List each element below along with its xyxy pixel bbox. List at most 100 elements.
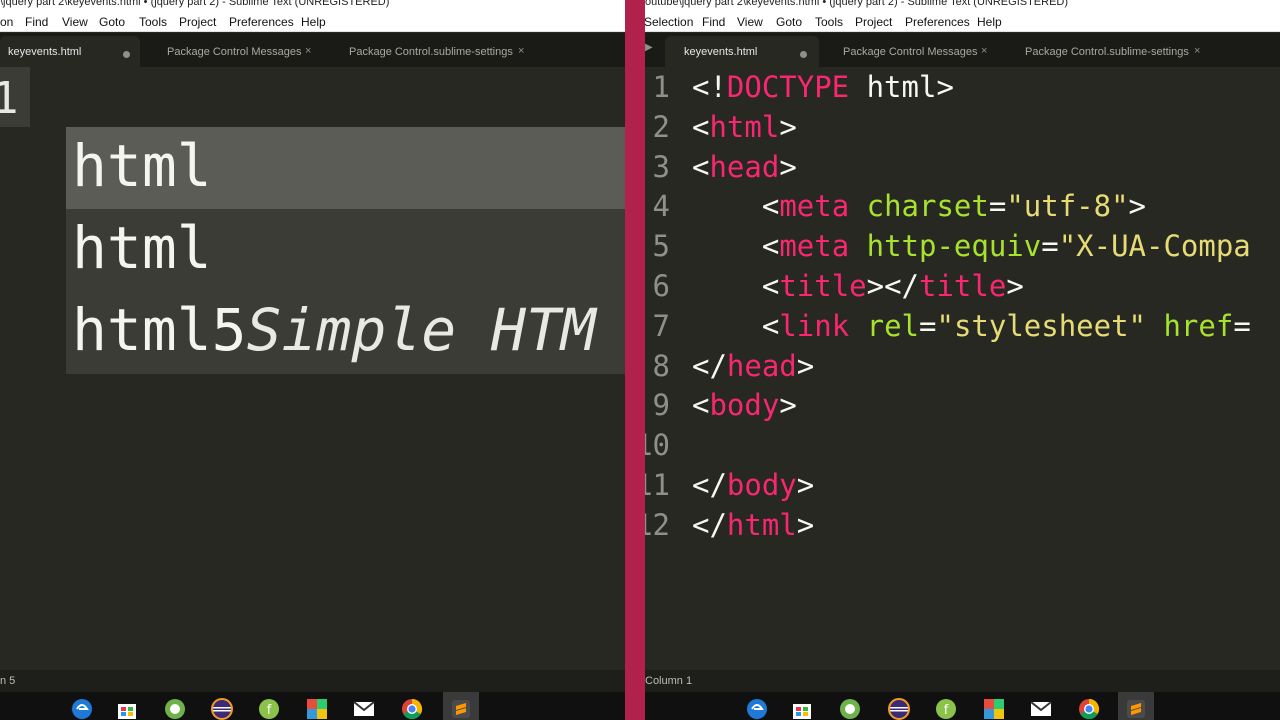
store-icon[interactable]: [790, 697, 820, 720]
tab-package-control-messages[interactable]: Package Control Messages ×: [831, 36, 999, 67]
eclipse-icon[interactable]: [887, 697, 917, 720]
code-token: <: [692, 229, 780, 264]
menu-project[interactable]: Project: [855, 15, 892, 29]
code-token: "utf-8": [1006, 189, 1129, 224]
chrome-icon[interactable]: [1077, 697, 1107, 720]
code-line[interactable]: <meta http-equiv="X-UA-Compa: [692, 229, 1251, 263]
tab-keyevents[interactable]: keyevents.html: [0, 36, 140, 67]
office-icon[interactable]: [982, 697, 1012, 720]
edge-icon[interactable]: [70, 697, 100, 720]
code-line[interactable]: </html>: [692, 508, 814, 542]
code-token: charset: [866, 189, 989, 224]
completion-hint: Simple HTM: [246, 296, 596, 364]
line-number: 1: [0, 73, 19, 124]
menu-view[interactable]: View: [62, 15, 88, 29]
mail-icon[interactable]: [352, 697, 382, 720]
tab-label: Package Control Messages: [167, 46, 302, 58]
close-tab-icon[interactable]: ×: [981, 45, 987, 57]
menu-tools[interactable]: Tools: [815, 15, 843, 29]
code-token: =: [988, 189, 1007, 224]
autocomplete-item[interactable]: html: [66, 209, 625, 291]
code-token: =: [1041, 229, 1059, 264]
menu-selection[interactable]: Selection: [645, 15, 693, 29]
close-tab-icon[interactable]: ×: [305, 45, 311, 57]
code-token: body: [726, 468, 797, 502]
svg-text:f: f: [267, 703, 272, 718]
code-token: <!: [692, 70, 727, 104]
code-line[interactable]: <title></title>: [692, 269, 1024, 303]
line-number: 4: [652, 189, 670, 224]
office-icon[interactable]: [305, 697, 335, 720]
edge-icon[interactable]: [745, 697, 775, 720]
right-editor-window: outube\jquery part 2\keyevents.html • (j…: [645, 0, 1280, 720]
window-title: outube\jquery part 2\keyevents.html • (j…: [645, 0, 1069, 8]
menu-find[interactable]: Find: [702, 15, 725, 29]
code-token: DOCTYPE: [726, 70, 850, 104]
line-number: 9: [652, 388, 670, 423]
line-number: 5: [652, 229, 670, 264]
code-token: >: [1128, 189, 1146, 224]
code-line[interactable]: <html>: [692, 110, 797, 144]
close-tab-icon[interactable]: ×: [518, 45, 524, 57]
menu-find[interactable]: Find: [25, 15, 48, 29]
close-tab-icon[interactable]: ×: [1194, 45, 1200, 57]
status-bar: Column 1: [645, 670, 1280, 692]
code-line[interactable]: </head>: [692, 349, 814, 383]
tab-package-control-messages[interactable]: Package Control Messages ×: [155, 36, 325, 67]
tab-keyevents[interactable]: keyevents.html: [665, 36, 819, 67]
code-token: >: [796, 468, 815, 502]
store-icon[interactable]: [115, 697, 145, 720]
sublime-text-icon[interactable]: [1124, 697, 1154, 720]
autocomplete-item[interactable]: html: [66, 127, 625, 209]
menu-goto[interactable]: Goto: [99, 15, 125, 29]
code-token: >: [796, 507, 815, 542]
code-token: title: [779, 269, 867, 303]
code-token: http-equiv: [866, 229, 1042, 264]
menu-view[interactable]: View: [737, 15, 763, 29]
tab-scroll-left-icon[interactable]: ▶: [645, 42, 653, 53]
sublime-text-icon[interactable]: [449, 697, 479, 720]
code-token: >: [779, 109, 797, 144]
code-token: meta: [779, 189, 850, 224]
fiddler-icon[interactable]: f: [934, 697, 964, 720]
eclipse-icon[interactable]: [210, 697, 240, 720]
code-token: =: [919, 308, 937, 343]
code-line[interactable]: <!DOCTYPE html>: [692, 70, 954, 104]
menu-project[interactable]: Project: [179, 15, 216, 29]
code-line[interactable]: <body>: [692, 388, 797, 422]
code-token: ></: [866, 269, 920, 303]
tab-package-control-settings[interactable]: Package Control.sublime-settings ×: [1013, 36, 1213, 67]
menu-help[interactable]: Help: [977, 15, 1002, 29]
android-studio-icon[interactable]: [838, 697, 868, 720]
title-bar: outube\jquery part 2\keyevents.html • (j…: [645, 0, 1280, 12]
unsaved-dot-icon: [800, 51, 807, 58]
menu-preferences[interactable]: Preferences: [905, 15, 970, 29]
tab-label: Package Control.sublime-settings: [349, 46, 513, 58]
code-line[interactable]: <meta charset="utf-8">: [692, 189, 1146, 223]
fiddler-icon[interactable]: f: [257, 697, 287, 720]
autocomplete-item[interactable]: html5Simple HTM: [66, 291, 625, 373]
code-token: href: [1163, 308, 1234, 343]
tab-package-control-settings[interactable]: Package Control.sublime-settings ×: [337, 36, 537, 67]
code-line[interactable]: <head>: [692, 150, 797, 184]
chrome-icon[interactable]: [400, 697, 430, 720]
line-number: 11: [645, 468, 670, 502]
code-token: >: [796, 348, 815, 383]
menu-selection[interactable]: on: [0, 15, 13, 29]
cursor-position: Column 1: [645, 675, 693, 687]
tab-bar: ▶ keyevents.html Package Control Message…: [645, 33, 1280, 67]
code-line[interactable]: </body>: [692, 468, 814, 502]
code-line[interactable]: <link rel="stylesheet" href=: [692, 309, 1251, 343]
android-studio-icon[interactable]: [163, 697, 193, 720]
code-token: html: [709, 109, 780, 144]
code-token: head: [726, 348, 797, 383]
code-token: "X-UA-Compa: [1058, 229, 1251, 264]
mail-icon[interactable]: [1029, 697, 1059, 720]
code-token: >: [779, 149, 797, 184]
menu-goto[interactable]: Goto: [776, 15, 802, 29]
code-token: head: [709, 149, 780, 184]
line-number: 3: [652, 149, 670, 184]
menu-help[interactable]: Help: [301, 15, 326, 29]
menu-preferences[interactable]: Preferences: [229, 15, 294, 29]
menu-tools[interactable]: Tools: [139, 15, 167, 29]
